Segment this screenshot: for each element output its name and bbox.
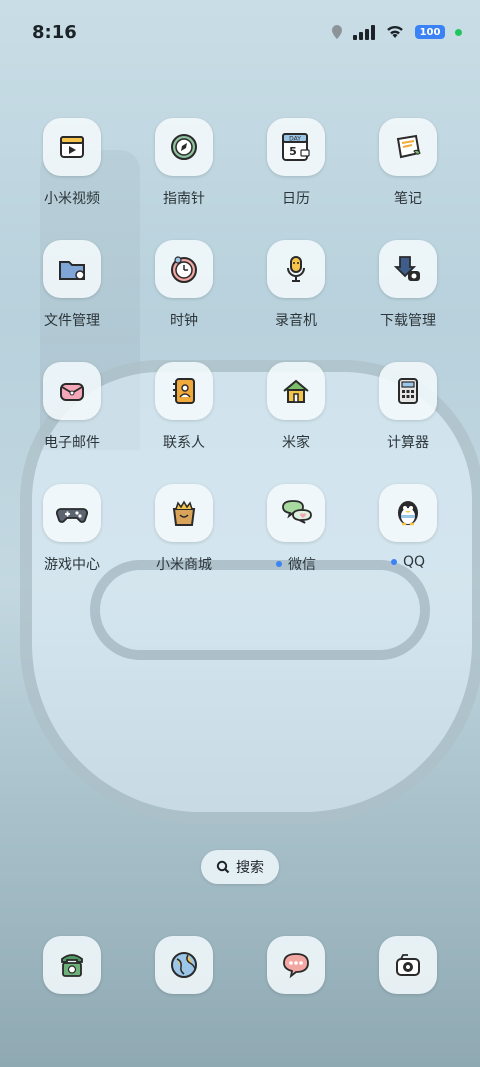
status-bar: 8:16 100	[0, 0, 480, 68]
dock-phone[interactable]	[16, 936, 128, 994]
dock-messages[interactable]	[240, 936, 352, 994]
app-label: 米家	[282, 435, 310, 451]
app-compass[interactable]: 指南针	[128, 118, 240, 240]
app-mi-home[interactable]: 米家	[240, 362, 352, 484]
app-label: 小米商城	[156, 557, 212, 573]
app-label: 微信	[276, 554, 316, 574]
camera-icon	[396, 954, 420, 976]
mail-icon	[60, 383, 84, 401]
contacts-icon	[173, 378, 195, 404]
privacy-indicator-dot	[455, 28, 462, 36]
microphone-icon	[287, 256, 305, 282]
app-recorder[interactable]: 录音机	[240, 240, 352, 362]
video-icon	[60, 136, 84, 158]
status-icons: 100	[331, 24, 462, 40]
app-label: 小米视频	[44, 191, 100, 207]
app-label: 联系人	[163, 435, 205, 451]
app-label: 笔记	[394, 191, 422, 207]
app-email[interactable]: 电子邮件	[16, 362, 128, 484]
unread-badge-dot	[390, 559, 397, 565]
battery-indicator: 100	[415, 25, 445, 39]
search-pill[interactable]: 搜索	[201, 850, 279, 884]
app-label: 游戏中心	[44, 557, 100, 573]
gamepad-icon	[56, 508, 88, 523]
compass-icon	[171, 134, 197, 160]
app-label: 电子邮件	[44, 435, 100, 451]
app-label: 录音机	[275, 313, 317, 329]
notes-icon	[396, 134, 421, 159]
app-grid: 小米视频 指南针 DAY 5 日历 笔记 文件管理 时钟 录音机 下载管理 电子…	[0, 118, 480, 606]
wechat-icon	[282, 500, 312, 524]
folder-icon	[59, 261, 85, 280]
status-time: 8:16	[32, 22, 77, 43]
app-file-manager[interactable]: 文件管理	[16, 240, 128, 362]
app-calendar[interactable]: DAY 5 日历	[240, 118, 352, 240]
unread-badge-dot	[276, 561, 282, 567]
location-icon	[332, 25, 342, 39]
app-download-manager[interactable]: 下载管理	[352, 240, 464, 362]
app-clock[interactable]: 时钟	[128, 240, 240, 362]
app-label: 下载管理	[380, 313, 436, 329]
calculator-icon	[398, 378, 418, 404]
search-icon	[216, 860, 230, 874]
app-game-center[interactable]: 游戏中心	[16, 484, 128, 606]
app-label: 指南针	[163, 191, 205, 207]
shopping-bag-icon	[172, 500, 196, 526]
phone-icon	[61, 954, 83, 977]
penguin-icon	[398, 501, 418, 526]
app-qq[interactable]: QQ	[352, 484, 464, 606]
app-calculator[interactable]: 计算器	[352, 362, 464, 484]
app-label: 计算器	[387, 435, 429, 451]
dock-camera[interactable]	[352, 936, 464, 994]
cellular-signal-icon	[353, 24, 375, 40]
calendar-icon: DAY 5	[282, 133, 310, 161]
dock	[0, 936, 480, 994]
app-notes[interactable]: 笔记	[352, 118, 464, 240]
app-mi-video[interactable]: 小米视频	[16, 118, 128, 240]
app-label: 文件管理	[44, 313, 100, 329]
search-label: 搜索	[236, 860, 264, 876]
download-icon	[393, 256, 420, 281]
app-label: 日历	[282, 191, 310, 207]
calendar-header-text: DAY	[289, 136, 301, 143]
home-icon	[283, 379, 309, 403]
app-label: QQ	[390, 554, 425, 570]
calendar-day-number: 5	[289, 145, 297, 158]
app-wechat[interactable]: 微信	[240, 484, 352, 606]
app-mi-store[interactable]: 小米商城	[128, 484, 240, 606]
app-contacts[interactable]: 联系人	[128, 362, 240, 484]
messages-icon	[283, 953, 309, 979]
clock-icon	[171, 256, 197, 283]
browser-globe-icon	[171, 952, 197, 978]
app-label: 时钟	[170, 313, 198, 329]
dock-browser[interactable]	[128, 936, 240, 994]
wifi-icon	[387, 25, 403, 38]
